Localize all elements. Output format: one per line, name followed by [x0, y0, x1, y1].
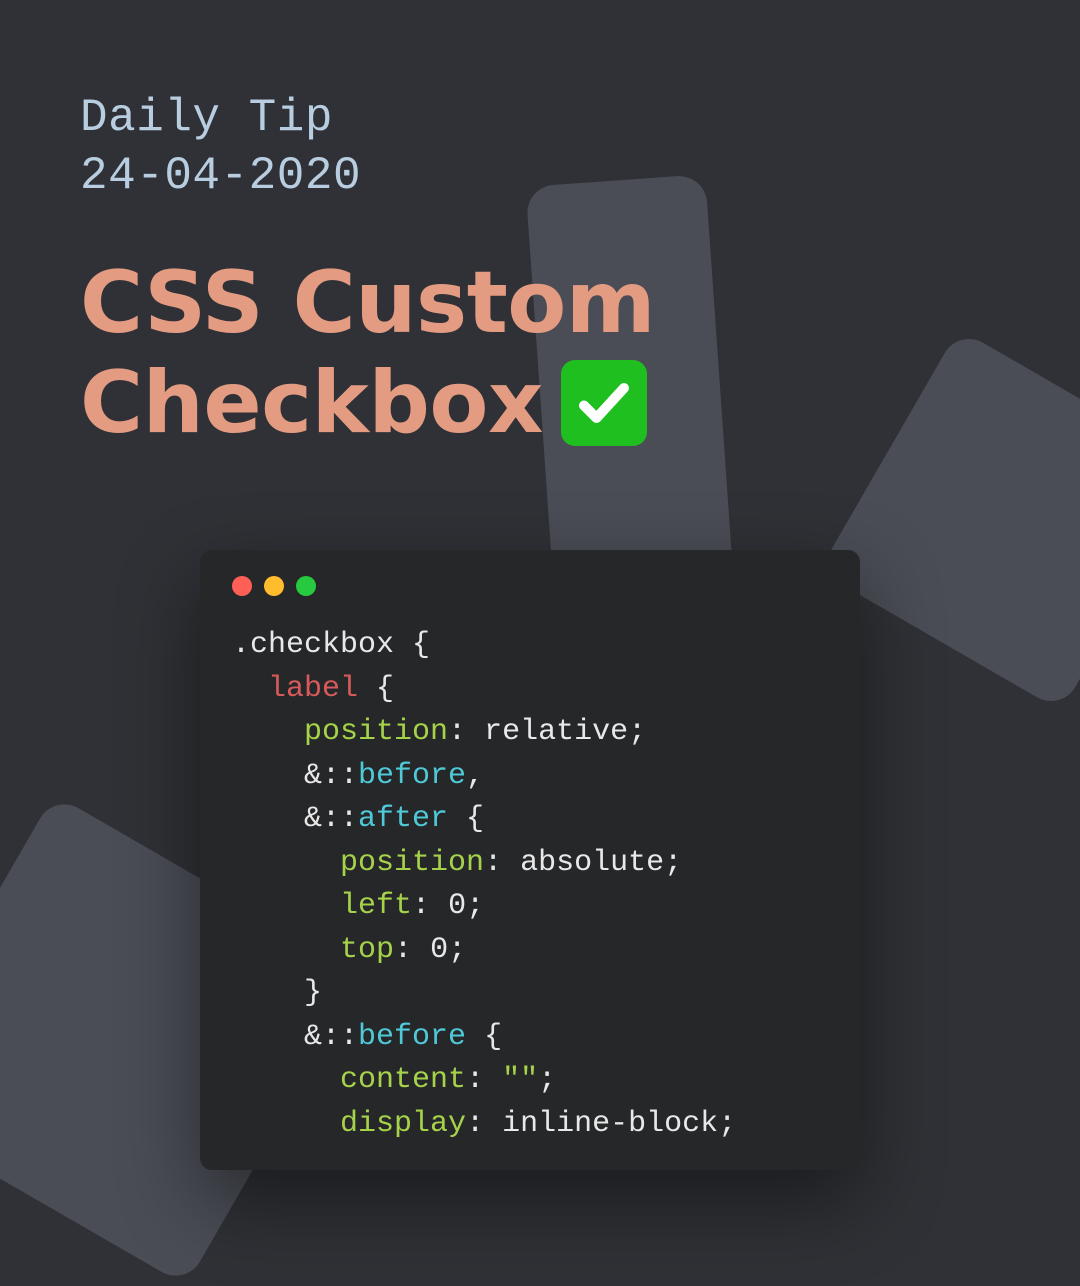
title-line2: Checkbox — [80, 355, 543, 451]
code-line: .checkbox { — [232, 624, 828, 668]
code-line: } — [232, 972, 828, 1016]
window-controls — [232, 576, 828, 596]
minimize-icon — [264, 576, 284, 596]
code-content: .checkbox { label { position: relative; … — [232, 624, 828, 1146]
code-line: &::after { — [232, 798, 828, 842]
title: CSS Custom Checkbox — [80, 255, 1000, 452]
code-window: .checkbox { label { position: relative; … — [200, 550, 860, 1170]
subtitle: Daily Tip 24-04-2020 — [80, 90, 1000, 205]
subtitle-line1: Daily Tip — [80, 90, 1000, 148]
code-line: label { — [232, 668, 828, 712]
maximize-icon — [296, 576, 316, 596]
code-line: left: 0; — [232, 885, 828, 929]
subtitle-line2: 24-04-2020 — [80, 148, 1000, 206]
close-icon — [232, 576, 252, 596]
code-line: top: 0; — [232, 929, 828, 973]
code-line: position: relative; — [232, 711, 828, 755]
code-line: &::before, — [232, 755, 828, 799]
code-line: content: ""; — [232, 1059, 828, 1103]
header-block: Daily Tip 24-04-2020 CSS Custom Checkbox — [0, 0, 1080, 452]
title-line1: CSS Custom — [80, 255, 1000, 351]
check-mark-icon — [561, 360, 647, 446]
code-line: position: absolute; — [232, 842, 828, 886]
code-line: &::before { — [232, 1016, 828, 1060]
code-line: display: inline-block; — [232, 1103, 828, 1147]
